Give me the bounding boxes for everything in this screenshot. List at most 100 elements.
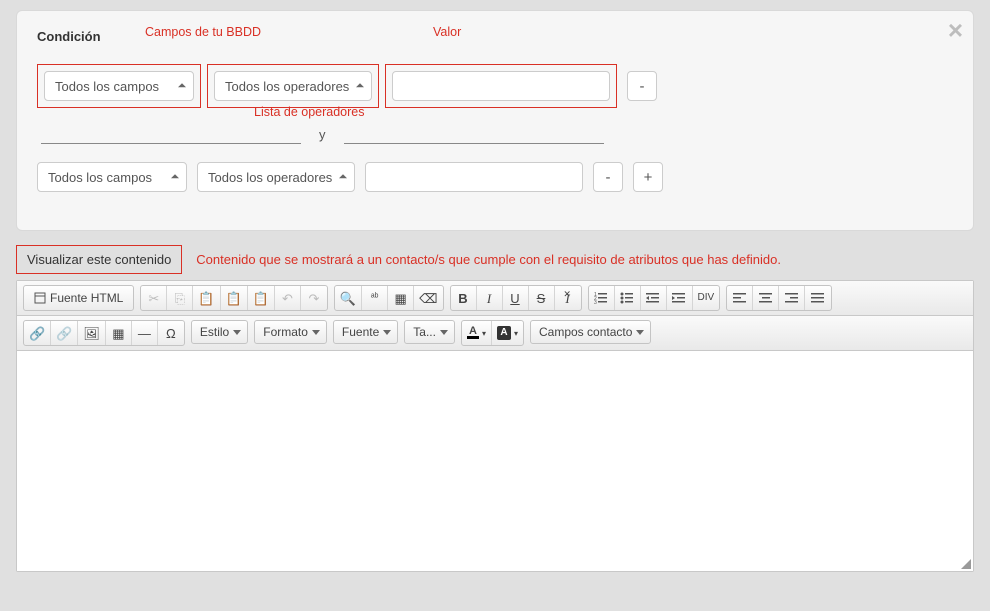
strike-button[interactable]: S: [529, 286, 555, 310]
numbered-list-icon: 123: [594, 292, 608, 304]
replace-icon: ᵃᵇ: [371, 293, 379, 303]
highlight-valor: [385, 64, 617, 108]
copy-icon: ⎘: [175, 292, 185, 305]
campos-select-1[interactable]: Todos los campos: [44, 71, 194, 101]
underline-button[interactable]: U: [503, 286, 529, 310]
bg-color-icon: A: [497, 326, 511, 340]
remove-condition-button-2[interactable]: -: [593, 162, 623, 192]
paste-word-button[interactable]: 📋: [248, 286, 275, 310]
selectall-button[interactable]: ▦: [388, 286, 414, 310]
selectall-icon: ▦: [394, 292, 406, 305]
format-combo[interactable]: Formato: [254, 320, 327, 344]
text-color-button[interactable]: A▾: [462, 321, 492, 345]
cut-icon: ✂: [148, 292, 159, 305]
blockquote-button[interactable]: DIV: [693, 286, 720, 310]
replace-button[interactable]: ᵃᵇ: [362, 286, 388, 310]
italic-button[interactable]: I: [477, 286, 503, 310]
align-justify-icon: [811, 292, 825, 304]
clearformat-button[interactable]: I✕: [555, 286, 581, 310]
condition-title: Condición: [37, 29, 101, 44]
annotation-valor: Valor: [433, 25, 461, 39]
date-to-input[interactable]: [344, 122, 604, 144]
paste-button[interactable]: 📋: [193, 286, 220, 310]
highlight-operadores: Todos los operadores: [207, 64, 379, 108]
annotation-operadores: Lista de operadores: [254, 105, 365, 119]
indent-button[interactable]: [667, 286, 693, 310]
strike-icon: S: [537, 292, 546, 305]
editor-toolbar-row-1: Fuente HTML ✂ ⎘ 📋 📋 📋 ↶ ↷ 🔍 ᵃᵇ ▦ ⌫ B I: [17, 281, 973, 316]
rich-text-editor: Fuente HTML ✂ ⎘ 📋 📋 📋 ↶ ↷ 🔍 ᵃᵇ ▦ ⌫ B I: [16, 280, 974, 572]
hr-icon: —: [138, 327, 151, 340]
unlink-icon: 🔗: [56, 327, 72, 340]
align-right-button[interactable]: [779, 286, 805, 310]
bg-color-button[interactable]: A▾: [492, 321, 523, 345]
resize-grip[interactable]: [959, 557, 971, 569]
bullet-list-icon: [620, 292, 634, 304]
align-justify-button[interactable]: [805, 286, 831, 310]
outdent-button[interactable]: [641, 286, 667, 310]
redo-icon: ↷: [308, 292, 319, 305]
editor-toolbar-row-2: 🔗 🔗 🖼 ▦ — Ω Estilo Formato Fuente Ta... …: [17, 316, 973, 351]
find-icon: 🔍: [340, 292, 356, 305]
operadores-select-2[interactable]: Todos los operadores: [197, 162, 355, 192]
condition-row-2: Todos los campos Todos los operadores - …: [37, 162, 953, 192]
condition-row-1: Todos los campos Todos los operadores -: [37, 64, 953, 108]
bold-icon: B: [458, 292, 467, 305]
hr-button[interactable]: —: [132, 321, 158, 345]
align-left-icon: [733, 292, 747, 304]
date-range-row: y: [41, 122, 953, 144]
paste-icon: 📋: [198, 292, 214, 305]
numbered-list-button[interactable]: 123: [589, 286, 615, 310]
bold-button[interactable]: B: [451, 286, 477, 310]
find-button[interactable]: 🔍: [335, 286, 362, 310]
removeformat-icon: ⌫: [419, 292, 437, 305]
close-icon[interactable]: ×: [948, 17, 963, 43]
clearformat-icon: I✕: [565, 292, 569, 305]
unlink-button[interactable]: 🔗: [51, 321, 78, 345]
cut-button[interactable]: ✂: [141, 286, 167, 310]
undo-button[interactable]: ↶: [275, 286, 301, 310]
link-button[interactable]: 🔗: [24, 321, 51, 345]
paste-word-icon: 📋: [253, 292, 269, 305]
align-center-button[interactable]: [753, 286, 779, 310]
table-icon: ▦: [112, 327, 124, 340]
redo-button[interactable]: ↷: [301, 286, 327, 310]
editor-content-area[interactable]: [17, 351, 973, 571]
visualize-header: Visualizar este contenido Contenido que …: [16, 245, 974, 274]
condition-panel: × Condición Campos de tu BBDD Valor List…: [16, 10, 974, 231]
outdent-icon: [646, 292, 660, 304]
valor-input-1[interactable]: [392, 71, 610, 101]
valor-input-2[interactable]: [365, 162, 583, 192]
style-combo[interactable]: Estilo: [191, 320, 248, 344]
removeformat-button[interactable]: ⌫: [414, 286, 442, 310]
copy-button[interactable]: ⎘: [167, 286, 193, 310]
text-color-icon: A: [467, 327, 479, 339]
campos-select-2[interactable]: Todos los campos: [37, 162, 187, 192]
undo-icon: ↶: [282, 292, 293, 305]
font-combo[interactable]: Fuente: [333, 320, 398, 344]
italic-icon: I: [487, 292, 491, 305]
image-icon: 🖼: [83, 327, 100, 340]
image-button[interactable]: 🖼: [78, 321, 106, 345]
size-combo[interactable]: Ta...: [404, 320, 455, 344]
contact-fields-combo[interactable]: Campos contacto: [530, 320, 651, 344]
operadores-select-1[interactable]: Todos los operadores: [214, 71, 372, 101]
annotation-campos: Campos de tu BBDD: [145, 25, 261, 39]
add-condition-button[interactable]: +: [633, 162, 663, 192]
align-center-icon: [759, 292, 773, 304]
align-left-button[interactable]: [727, 286, 753, 310]
paste-text-icon: 📋: [226, 292, 242, 305]
bullet-list-button[interactable]: [615, 286, 641, 310]
visualize-description: Contenido que se mostrará a un contacto/…: [196, 252, 781, 267]
align-right-icon: [785, 292, 799, 304]
paste-text-button[interactable]: 📋: [221, 286, 248, 310]
source-html-button[interactable]: Fuente HTML: [24, 286, 133, 310]
highlight-campos: Todos los campos: [37, 64, 201, 108]
remove-condition-button-1[interactable]: -: [627, 71, 657, 101]
visualize-label: Visualizar este contenido: [16, 245, 182, 274]
date-separator: y: [319, 127, 326, 144]
source-icon: [34, 292, 46, 304]
specialchar-button[interactable]: Ω: [158, 321, 184, 345]
table-button[interactable]: ▦: [106, 321, 132, 345]
date-from-input[interactable]: [41, 122, 301, 144]
